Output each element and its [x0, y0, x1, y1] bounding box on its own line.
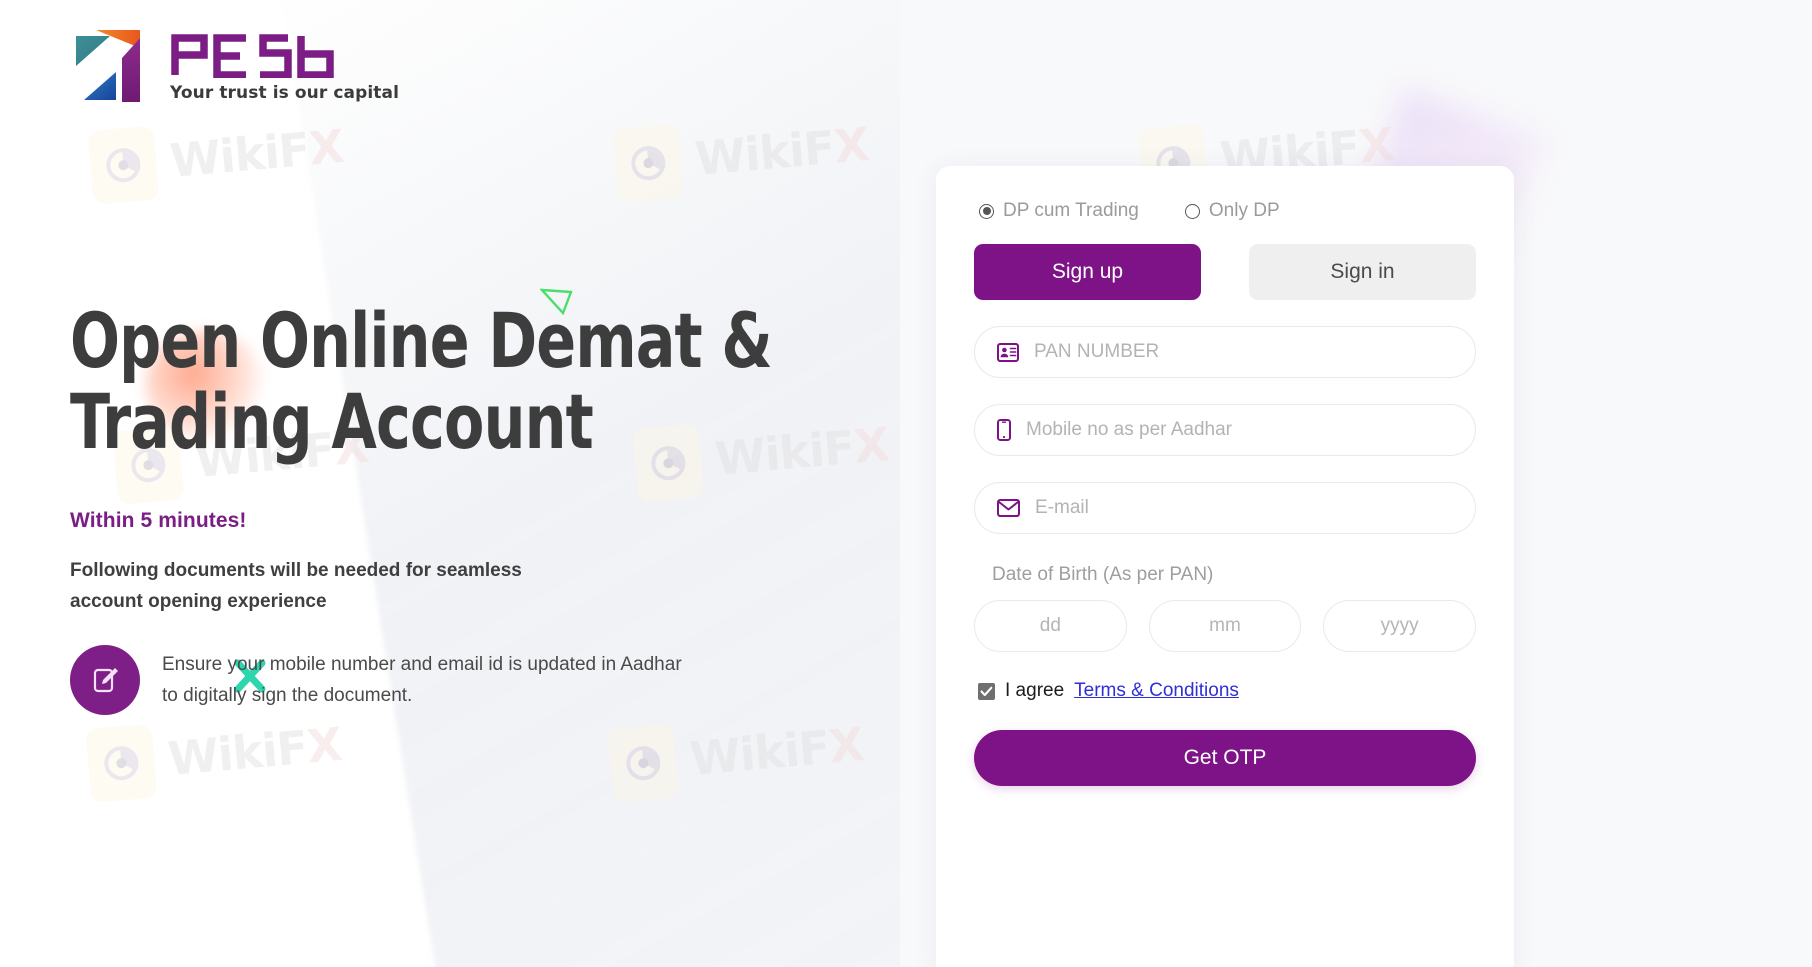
terms-agreement-row: I agree Terms & Conditions [974, 680, 1476, 702]
radio-selected-icon[interactable] [979, 203, 994, 219]
id-card-icon [997, 342, 1019, 362]
dob-day-input[interactable]: dd [974, 600, 1127, 652]
mobile-number-field[interactable]: Mobile no as per Aadhar [974, 404, 1476, 456]
dob-year-input[interactable]: yyyy [1323, 600, 1477, 652]
brand-logo[interactable]: Your trust is our capital [70, 28, 399, 106]
wikifx-badge-icon [85, 723, 158, 803]
date-of-birth-group: dd mm yyyy [974, 600, 1477, 652]
pesb-arrow-logo-icon [70, 28, 148, 106]
account-type-radio-group: DP cum Trading Only DP [974, 200, 1476, 222]
radio-unselected-icon[interactable] [1184, 203, 1200, 219]
terms-checkbox[interactable] [978, 682, 995, 700]
brand-name [170, 32, 399, 83]
hero-documents-note: Following documents will be needed for s… [70, 559, 522, 612]
pan-number-placeholder: PAN NUMBER [1034, 341, 1160, 362]
watermark: WikiFX [85, 707, 344, 803]
radio-label: DP cum Trading [1003, 200, 1139, 221]
mobile-phone-icon [997, 419, 1011, 441]
document-edit-icon [70, 645, 140, 716]
radio-dp-cum-trading[interactable]: DP cum Trading [979, 200, 1139, 222]
page-root: WikiFX WikiFX WikiFX WikiFX WikiFX WikiF… [0, 0, 1812, 967]
email-placeholder: E-mail [1035, 497, 1089, 518]
brand-tagline: Your trust is our capital [170, 83, 400, 103]
terms-agreement-text: I agree [1005, 680, 1065, 701]
radio-label: Only DP [1208, 200, 1280, 221]
email-field[interactable]: E-mail [974, 482, 1476, 534]
hero-bullet-item: Ensure your mobile number and email id i… [70, 645, 790, 716]
get-otp-button[interactable]: Get OTP [974, 730, 1476, 786]
wikifx-badge-icon [87, 125, 160, 205]
page-title-line-2: Trading Account [70, 377, 594, 467]
dob-month-input[interactable]: mm [1148, 600, 1302, 652]
radio-only-dp[interactable]: Only DP [1184, 200, 1280, 222]
hero-bullet-text: Ensure your mobile number and email id i… [162, 654, 682, 707]
brand-wordmark: Your trust is our capital [170, 28, 399, 103]
date-of-birth-label: Date of Birth (As per PAN) [992, 564, 1214, 585]
watermark-text: WikiFX [165, 717, 344, 786]
hero-section: Open Online Demat & Trading Account With… [70, 296, 790, 716]
page-title-line-1: Open Online Demat & [70, 296, 773, 385]
pan-number-field[interactable]: PAN NUMBER [974, 326, 1476, 378]
auth-tabs: Sign up Sign in [974, 244, 1476, 300]
tab-sign-up[interactable]: Sign up [974, 244, 1201, 300]
mobile-number-placeholder: Mobile no as per Aadhar [1026, 419, 1232, 440]
tab-sign-in[interactable]: Sign in [1249, 244, 1476, 300]
hero-highlight: Within 5 minutes! [70, 508, 247, 532]
envelope-icon [997, 499, 1020, 517]
signup-form-card: DP cum Trading Only DP Sign up Sign in P… [936, 166, 1514, 967]
terms-and-conditions-link[interactable]: Terms & Conditions [1074, 680, 1239, 702]
page-title: Open Online Demat & Trading Account [70, 296, 773, 467]
